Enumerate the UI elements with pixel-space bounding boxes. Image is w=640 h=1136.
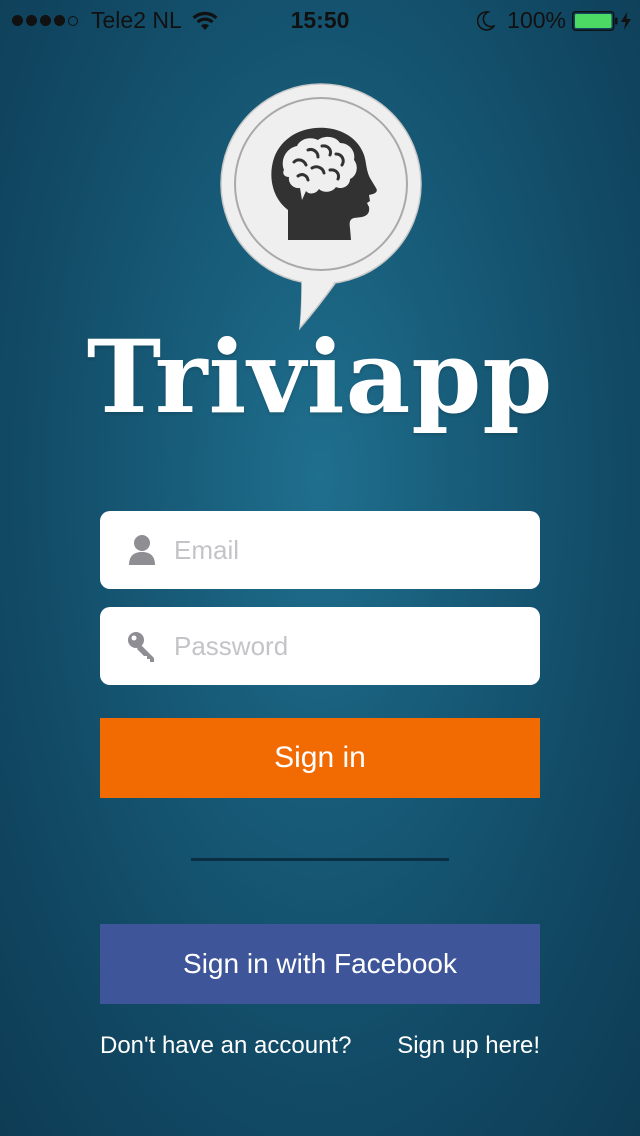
login-screen: Tele2 NL 15:50 100% Triviapp Email Sign … [0, 0, 640, 1136]
signup-footer: Don't have an account? Sign up here! [100, 1032, 540, 1060]
no-account-prompt: Don't have an account? [100, 1032, 352, 1059]
sign-in-button[interactable]: Sign in [100, 718, 540, 798]
moon-icon [477, 10, 496, 31]
email-input[interactable] [174, 511, 524, 589]
facebook-sign-in-button[interactable]: Sign in with Facebook [100, 924, 540, 1004]
sign-up-link[interactable]: Sign up here! [397, 1032, 540, 1060]
app-title: Triviapp [86, 318, 554, 436]
brain-head-icon [220, 83, 422, 331]
divider [191, 858, 449, 861]
status-right: 100% [477, 7, 632, 34]
charging-bolt-icon [621, 11, 631, 30]
status-bar: Tele2 NL 15:50 100% [0, 0, 640, 40]
password-field[interactable] [100, 607, 540, 685]
password-input[interactable] [174, 607, 524, 685]
key-icon [128, 632, 154, 662]
user-icon [129, 535, 155, 565]
email-field[interactable] [100, 511, 540, 589]
battery-percentage: 100% [507, 7, 566, 33]
battery-icon [572, 10, 618, 31]
